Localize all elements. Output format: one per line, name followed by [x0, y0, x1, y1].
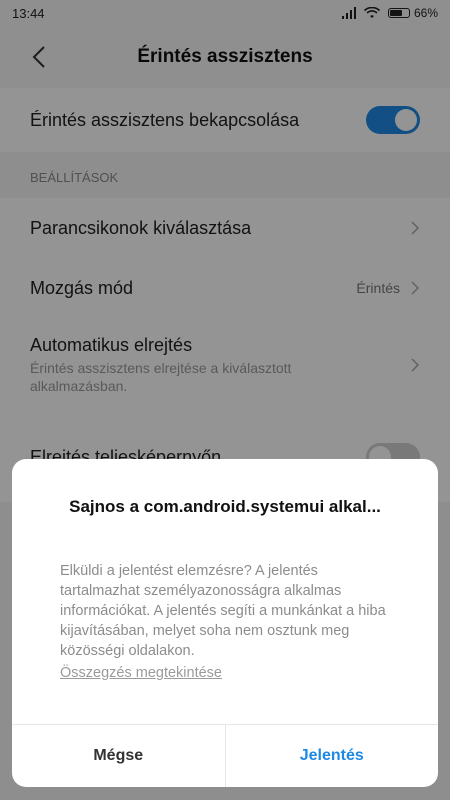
- cancel-button[interactable]: Mégse: [12, 725, 226, 787]
- view-summary-link[interactable]: Összegzés megtekintése: [60, 665, 222, 681]
- dialog-message: Elküldi a jelentést elemzésre? A jelenté…: [60, 563, 386, 659]
- report-button[interactable]: Jelentés: [226, 725, 439, 787]
- error-dialog: Sajnos a com.android.systemui alkal... E…: [12, 459, 438, 787]
- dialog-buttons: Mégse Jelentés: [12, 724, 438, 787]
- dialog-title: Sajnos a com.android.systemui alkal...: [69, 497, 381, 516]
